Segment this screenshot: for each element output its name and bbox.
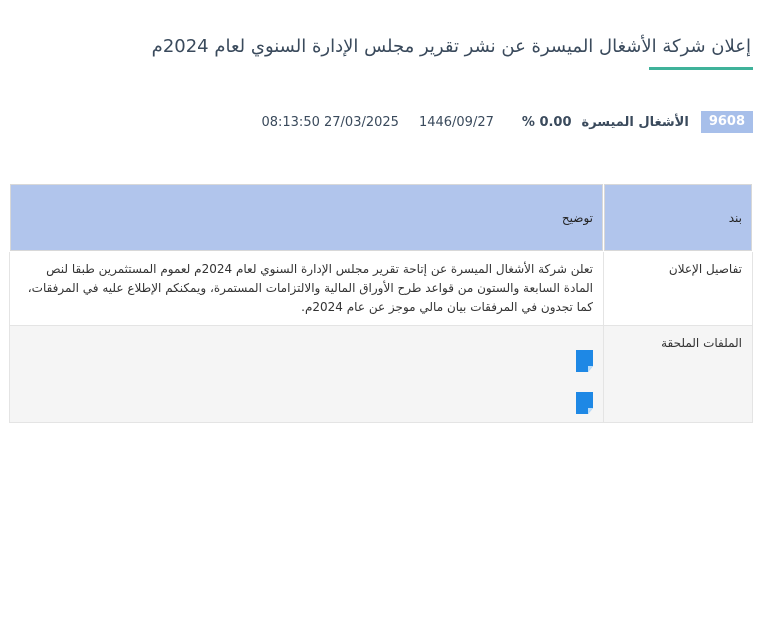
row-label-attachments: الملفات الملحقة: [603, 325, 753, 423]
column-header-description: توضيح: [9, 183, 604, 252]
document-icon: [576, 392, 593, 414]
attachment-link-1[interactable]: [576, 350, 593, 372]
table-row: تفاصيل الإعلان تعلن شركة الأشغال الميسرة…: [9, 251, 753, 326]
announcement-details-table: بند توضيح تفاصيل الإعلان تعلن شركة الأشغ…: [9, 183, 753, 423]
table-row: الملفات الملحقة: [9, 325, 753, 423]
announcement-page: إعلان شركة الأشغال الميسرة عن نشر تقرير …: [0, 0, 759, 621]
attachment-link-2[interactable]: [576, 392, 593, 414]
column-header-item: بند: [603, 183, 753, 252]
attachments-cell: [9, 325, 604, 423]
stock-info-row: 9608 الأشغال الميسرة 0.00 % 1446/09/27 2…: [261, 111, 753, 133]
symbol-badge[interactable]: 9608: [700, 111, 753, 133]
announcement-description: تعلن شركة الأشغال الميسرة عن إتاحة تقرير…: [9, 251, 604, 326]
row-label-details: تفاصيل الإعلان: [603, 251, 753, 326]
company-name[interactable]: الأشغال الميسرة: [582, 115, 689, 130]
hijri-date: 1446/09/27: [418, 114, 494, 130]
page-title: إعلان شركة الأشغال الميسرة عن نشر تقرير …: [151, 36, 751, 57]
title-underline: [649, 67, 753, 70]
document-icon: [576, 350, 593, 372]
announcement-datetime: 27/03/2025 08:13:50: [261, 114, 399, 130]
table-header-row: بند توضيح: [9, 183, 753, 252]
price-change: 0.00 %: [521, 114, 572, 130]
